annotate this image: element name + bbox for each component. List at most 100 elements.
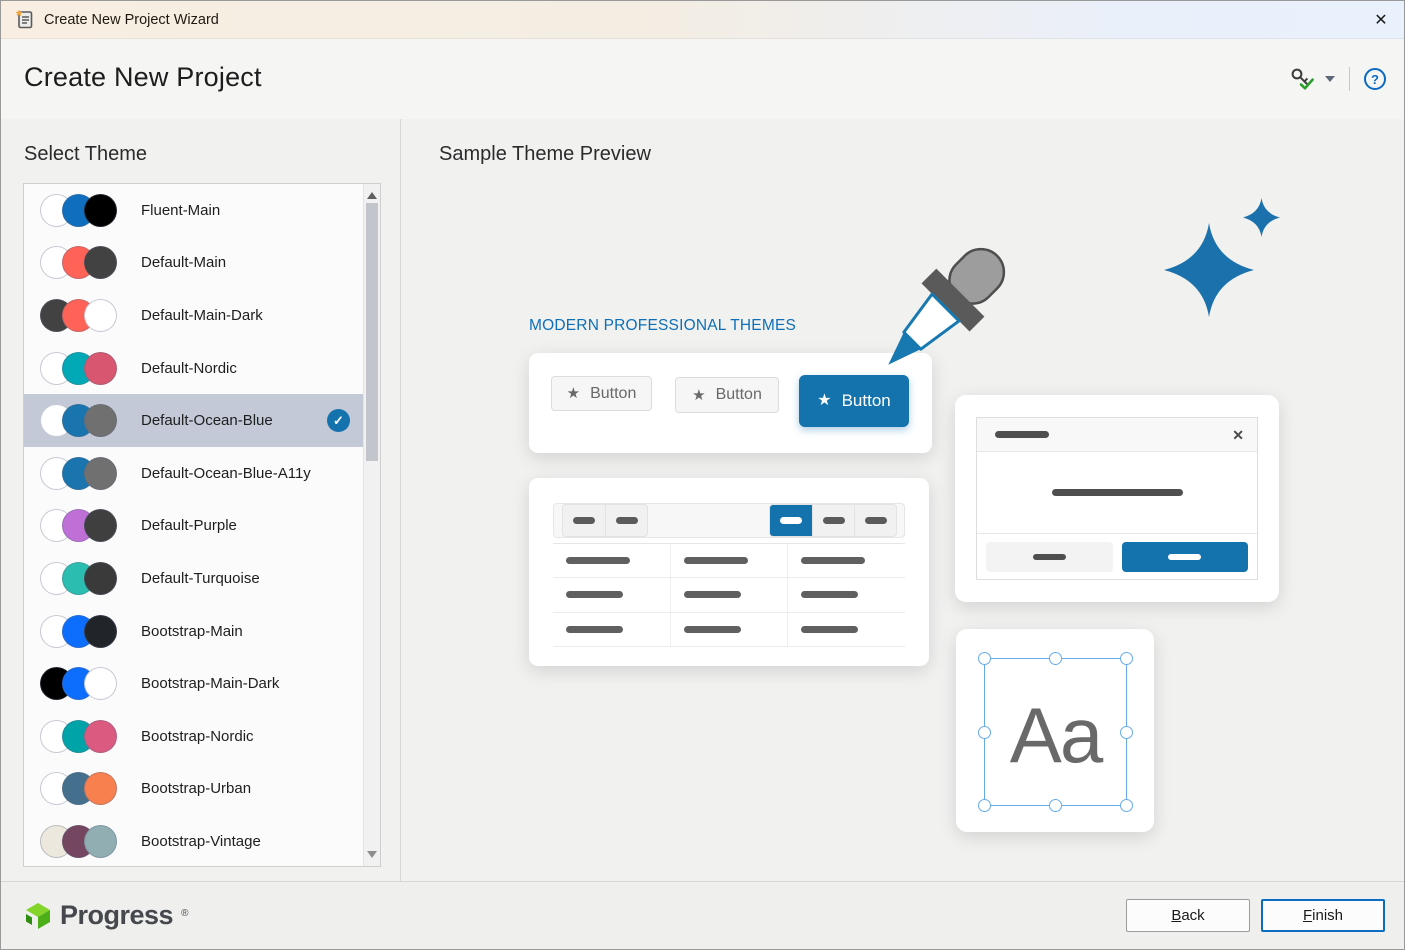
theme-color-swatch	[84, 352, 117, 385]
theme-item-default-purple[interactable]: Default-Purple	[24, 500, 363, 553]
theme-item-default-main-dark[interactable]: Default-Main-Dark	[24, 289, 363, 342]
theme-item-label: Fluent-Main	[141, 202, 220, 219]
wizard-header: Create New Project ?	[1, 39, 1404, 119]
sparkle-icon	[1164, 223, 1254, 317]
finish-button[interactable]: Finish	[1261, 899, 1385, 932]
theme-item-bootstrap-main-dark[interactable]: Bootstrap-Main-Dark	[24, 657, 363, 710]
theme-swatches	[40, 720, 117, 753]
theme-swatches	[40, 299, 117, 332]
toolbar-segment-right	[769, 504, 897, 537]
theme-item-label: Default-Ocean-Blue	[141, 412, 273, 429]
selection-handle	[1120, 652, 1133, 665]
theme-color-swatch	[84, 720, 117, 753]
theme-item-label: Default-Turquoise	[141, 570, 260, 587]
theme-item-bootstrap-vintage[interactable]: Bootstrap-Vintage	[24, 815, 363, 868]
selection-handle	[978, 652, 991, 665]
theme-swatches	[40, 615, 117, 648]
selection-handle	[1049, 652, 1062, 665]
preview-flat-button: ★Button	[675, 377, 779, 413]
preview-dialog-card: ✕	[955, 395, 1279, 602]
selected-check-icon: ✓	[327, 409, 350, 432]
theme-item-label: Default-Nordic	[141, 360, 237, 377]
wizard-footer: Progress ® Back Finish	[1, 881, 1404, 949]
theme-color-swatch	[84, 509, 117, 542]
selection-handle	[1120, 726, 1133, 739]
sparkle-icon	[1243, 197, 1280, 238]
dialog-mock-footer	[977, 534, 1257, 580]
theme-item-bootstrap-main[interactable]: Bootstrap-Main	[24, 605, 363, 658]
dialog-mock-body	[977, 452, 1257, 534]
theme-item-label: Default-Ocean-Blue-A11y	[141, 465, 311, 482]
scrollbar-down-arrow-icon[interactable]	[367, 851, 377, 858]
theme-color-swatch	[84, 667, 117, 700]
preview-dialog-mock: ✕	[976, 417, 1258, 580]
preview-typography-card: Aa	[956, 629, 1154, 832]
back-button[interactable]: Back	[1126, 899, 1250, 932]
dialog-mock-primary-button	[1122, 542, 1249, 572]
eyedropper-icon	[861, 230, 1024, 393]
selection-handle	[978, 726, 991, 739]
theme-list-scrollbar[interactable]	[363, 184, 380, 866]
theme-item-default-ocean-blue-a11y[interactable]: Default-Ocean-Blue-A11y	[24, 447, 363, 500]
progress-brand: Progress ®	[23, 900, 188, 931]
wizard-window: Create New Project Wizard ✕ Create New P…	[0, 0, 1405, 950]
theme-item-label: Default-Main-Dark	[141, 307, 263, 324]
toolbar-segment-left	[562, 504, 648, 537]
sample-preview-heading: Sample Theme Preview	[439, 143, 651, 166]
theme-item-default-turquoise[interactable]: Default-Turquoise	[24, 552, 363, 605]
preview-button-label: Button	[842, 391, 891, 411]
theme-item-label: Default-Purple	[141, 517, 237, 534]
header-actions: ?	[1289, 39, 1386, 119]
wizard-document-icon	[14, 9, 35, 30]
footer-buttons: Back Finish	[1126, 899, 1385, 932]
theme-color-swatch	[84, 457, 117, 490]
theme-swatches	[40, 562, 117, 595]
header-divider	[1349, 67, 1350, 91]
dialog-mock-secondary-button	[986, 542, 1113, 572]
select-theme-heading: Select Theme	[24, 143, 147, 166]
theme-selection-panel: Select Theme Fluent-Main Default-Main Defa…	[1, 119, 401, 881]
page-title: Create New Project	[24, 62, 262, 93]
scrollbar-thumb[interactable]	[366, 203, 378, 461]
theme-color-swatch	[84, 404, 117, 437]
preview-buttons-card: ★Button★Button★Button	[529, 353, 932, 453]
chevron-down-icon[interactable]	[1325, 76, 1335, 82]
theme-swatches	[40, 352, 117, 385]
theme-list-items: Fluent-Main Default-Main Default-Main-Dark…	[24, 184, 363, 866]
theme-swatches	[40, 772, 117, 805]
theme-swatches	[40, 246, 117, 279]
preview-flat-button: ★Button	[551, 376, 652, 411]
theme-item-bootstrap-nordic[interactable]: Bootstrap-Nordic	[24, 710, 363, 763]
theme-item-label: Bootstrap-Vintage	[141, 833, 261, 850]
theme-item-default-main[interactable]: Default-Main	[24, 237, 363, 290]
theme-item-default-nordic[interactable]: Default-Nordic	[24, 342, 363, 395]
star-icon: ★	[567, 386, 580, 401]
selection-handle	[1120, 799, 1133, 812]
theme-item-default-ocean-blue[interactable]: Default-Ocean-Blue ✓	[24, 394, 363, 447]
theme-preview-panel: Sample Theme Preview MODERN PROFESSIONAL…	[402, 119, 1404, 881]
theme-item-label: Default-Main	[141, 254, 226, 271]
star-icon: ★	[817, 393, 831, 409]
window-close-button[interactable]: ✕	[1358, 1, 1404, 38]
theme-swatches	[40, 404, 117, 437]
selection-handle	[978, 799, 991, 812]
license-key-icon[interactable]	[1289, 66, 1316, 93]
wizard-content: Select Theme Fluent-Main Default-Main Defa…	[1, 119, 1404, 881]
theme-swatches	[40, 825, 117, 858]
dialog-close-icon: ✕	[1232, 428, 1244, 442]
close-icon: ✕	[1374, 10, 1387, 30]
theme-item-bootstrap-urban[interactable]: Bootstrap-Urban	[24, 763, 363, 816]
theme-item-label: Bootstrap-Nordic	[141, 728, 254, 745]
theme-item-fluent-main[interactable]: Fluent-Main	[24, 184, 363, 237]
scrollbar-up-arrow-icon[interactable]	[367, 192, 377, 199]
dialog-mock-titlebar: ✕	[977, 418, 1257, 452]
preview-button-label: Button	[716, 386, 762, 404]
registered-mark: ®	[181, 908, 188, 919]
theme-swatches	[40, 457, 117, 490]
selection-handle	[1049, 799, 1062, 812]
theme-item-label: Bootstrap-Main	[141, 623, 243, 640]
preview-banner-text: MODERN PROFESSIONAL THEMES	[529, 317, 796, 335]
theme-color-swatch	[84, 825, 117, 858]
theme-color-swatch	[84, 246, 117, 279]
help-icon[interactable]: ?	[1364, 68, 1386, 90]
